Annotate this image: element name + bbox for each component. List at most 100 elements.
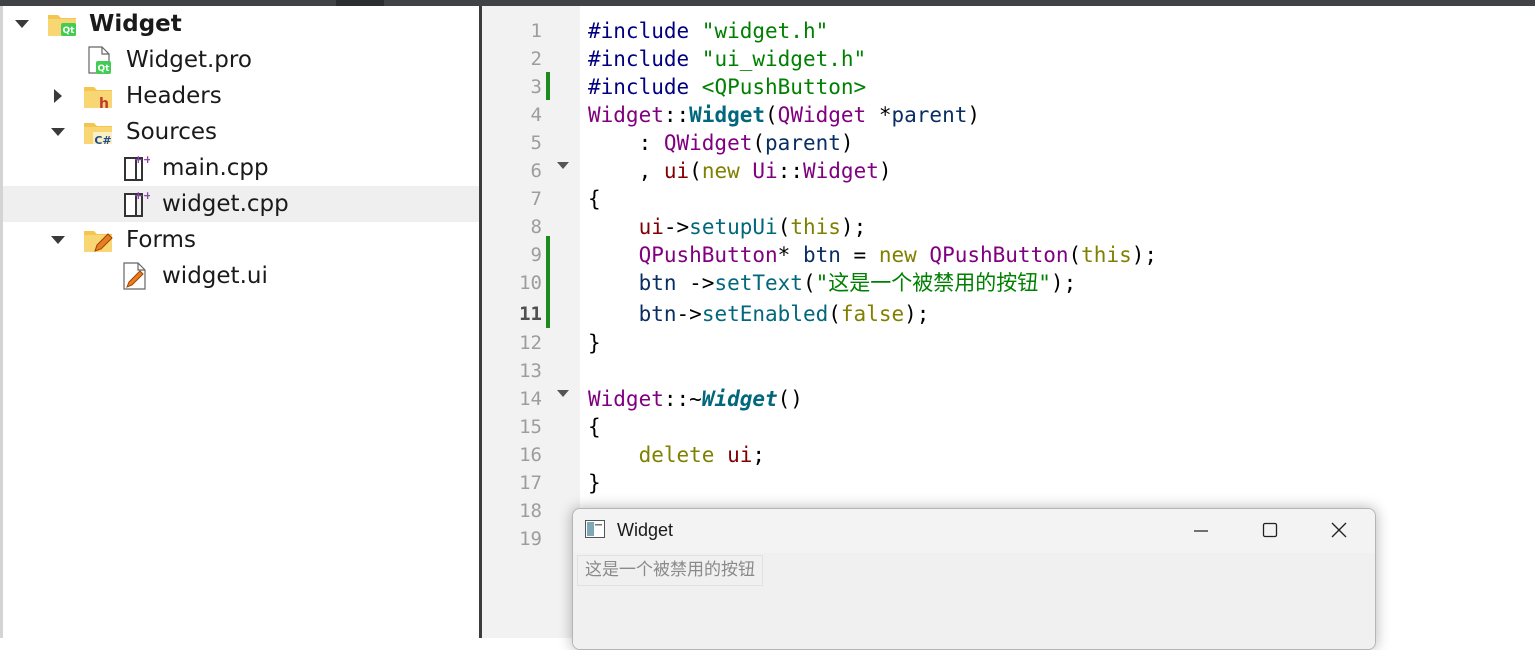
code-token: ::~ — [663, 387, 702, 411]
forms-folder-icon — [83, 225, 113, 255]
code-token: : — [588, 131, 664, 155]
cpp-file-icon: ++ — [120, 153, 152, 183]
line-number: 18 — [519, 500, 542, 522]
code-token: "ui_widget.h" — [701, 47, 867, 71]
qt-project-folder-icon: Qt — [47, 9, 77, 39]
code-token: #include — [588, 47, 702, 71]
code-token: setupUi — [689, 215, 778, 239]
code-token: ; — [752, 443, 766, 467]
tree-item-main-cpp[interactable]: ++ main.cpp — [3, 150, 479, 186]
code-token: ) — [840, 131, 854, 155]
code-token: btn — [638, 302, 677, 326]
tree-item-forms[interactable]: Forms — [3, 222, 479, 258]
tree-item-label: Sources — [126, 119, 217, 145]
line-number: 5 — [530, 132, 542, 154]
tree-item-label: Widget.pro — [126, 47, 252, 73]
code-line: ui->setupUi(this); — [588, 213, 867, 241]
code-token: ) — [967, 103, 981, 127]
code-token: new — [878, 243, 917, 267]
tree-item-widget-pro[interactable]: Qt Widget.pro — [3, 42, 479, 78]
tree-item-label: Headers — [126, 83, 222, 109]
tree-item-headers[interactable]: h Headers — [3, 78, 479, 114]
change-marker — [546, 72, 550, 100]
tree-item-widget-cpp[interactable]: ++ widget.cpp — [3, 186, 479, 222]
fold-arrow-icon[interactable] — [557, 390, 569, 397]
code-token: #include — [588, 75, 702, 99]
code-token: "这是一个被禁用的按钮" — [815, 271, 1051, 295]
code-token: QPushButton — [638, 243, 778, 267]
code-token: ( — [828, 302, 841, 326]
code-token: ); — [1131, 243, 1158, 267]
tree-item-sources[interactable]: C# Sources — [3, 114, 479, 150]
code-token: delete — [638, 443, 715, 467]
code-line: delete ui; — [588, 441, 765, 469]
code-token: ); — [840, 215, 867, 239]
code-token: this — [1081, 243, 1132, 267]
code-token: , — [588, 159, 664, 183]
maximize-button[interactable] — [1235, 509, 1305, 553]
qt-window-icon — [585, 520, 605, 538]
code-token: Ui — [752, 159, 778, 183]
code-token: setEnabled — [701, 302, 829, 326]
cpp-file-icon: ++ — [120, 189, 152, 219]
code-token: btn — [802, 243, 841, 267]
tree-item-widget-project[interactable]: Qt Widget — [3, 6, 479, 42]
tree-item-label: Widget — [89, 11, 182, 37]
code-token: this — [790, 215, 841, 239]
code-line: } — [588, 469, 601, 497]
code-token: #include — [588, 19, 702, 43]
code-token: } — [588, 471, 601, 495]
tree-item-label: widget.cpp — [162, 191, 289, 217]
code-token: btn — [638, 271, 677, 295]
code-line: , ui(new Ui::Widget) — [588, 157, 892, 185]
expand-arrow-icon[interactable] — [48, 114, 68, 150]
line-number: 13 — [519, 360, 542, 382]
code-line: Widget::~Widget() — [588, 385, 803, 413]
ui-file-icon — [120, 261, 150, 291]
expand-arrow-icon[interactable] — [12, 6, 32, 42]
window-titlebar[interactable]: Widget — [573, 509, 1375, 553]
line-number: 4 — [530, 104, 542, 126]
line-number: 19 — [519, 528, 542, 550]
code-line: Widget::Widget(QWidget *parent) — [588, 101, 980, 129]
code-token: { — [588, 187, 601, 211]
code-token: Widget — [588, 387, 664, 411]
code-token: Widget — [588, 103, 664, 127]
svg-text:++: ++ — [134, 153, 150, 166]
line-number: 10 — [519, 272, 542, 294]
line-number: 2 — [530, 48, 542, 70]
code-token: ui — [727, 443, 753, 467]
headers-folder-icon: h — [83, 81, 113, 112]
code-token: ); — [1050, 271, 1077, 295]
code-token: false — [840, 302, 905, 326]
svg-text:++: ++ — [134, 189, 150, 202]
maximize-icon — [1262, 522, 1278, 538]
expand-arrow-icon[interactable] — [48, 222, 68, 258]
code-token: -> — [663, 215, 690, 239]
code-token: Widget — [701, 387, 778, 411]
minimize-button[interactable] — [1165, 509, 1235, 553]
widget-window[interactable]: Widget 这是一个被禁用的按钮 — [572, 508, 1376, 650]
code-token: "widget.h" — [701, 19, 829, 43]
svg-text:h: h — [99, 96, 109, 111]
close-button[interactable] — [1305, 509, 1375, 553]
code-token: parent — [891, 103, 968, 127]
code-token: ( — [752, 131, 766, 155]
line-number: 6 — [530, 160, 542, 182]
expand-arrow-icon[interactable] — [48, 78, 68, 114]
line-number: 14 — [519, 388, 542, 410]
tree-item-widget-ui[interactable]: widget.ui — [3, 258, 479, 294]
line-number: 9 — [530, 244, 542, 266]
code-token: -> — [676, 302, 702, 326]
code-token: ) — [878, 159, 892, 183]
window-content: 这是一个被禁用的按钮 — [573, 553, 1375, 649]
fold-arrow-icon[interactable] — [557, 162, 569, 169]
tree-item-label: main.cpp — [162, 155, 269, 181]
line-number-current: 11 — [519, 303, 542, 325]
